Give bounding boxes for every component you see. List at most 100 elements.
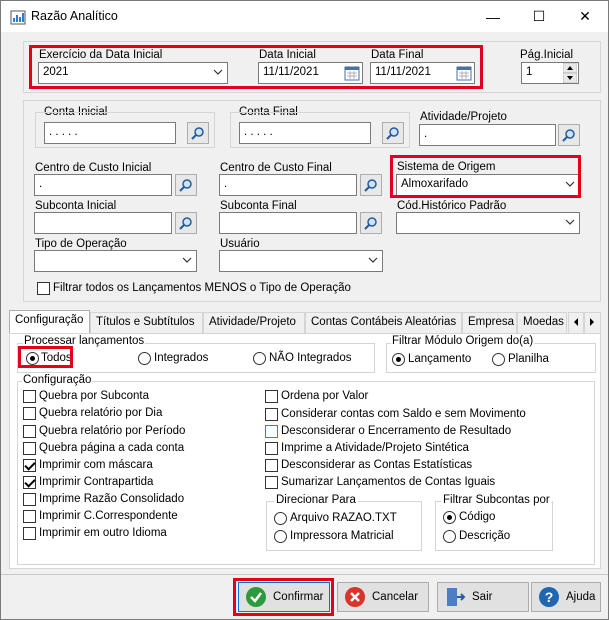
quebra-pagina-label: Quebra página a cada conta (39, 442, 185, 454)
tab-atividade-projeto[interactable]: Atividade/Projeto (203, 312, 305, 333)
tab-label: Empresa (468, 316, 515, 328)
minimize-button[interactable]: — (470, 1, 516, 32)
outro-idioma-label: Imprimir em outro Idioma (39, 527, 167, 539)
encerramento-resultado-label: Desconsiderar o Encerramento de Resultad… (281, 425, 512, 437)
centro-final-value: . (224, 178, 228, 190)
direcionar-impressora-radio[interactable] (274, 530, 287, 543)
highlight-sistema-origem (390, 155, 581, 198)
subconta-inicial-field[interactable] (34, 212, 172, 234)
direcionar-arquivo-label: Arquivo RAZAO.TXT (290, 512, 397, 524)
c-correspondente-checkbox[interactable] (23, 510, 36, 523)
pag-inicial-label: Pág.Inicial (520, 49, 574, 61)
subconta-final-field[interactable] (219, 212, 357, 234)
title-bar: Razão Analítico — ☐ ✕ (1, 1, 608, 32)
highlight-confirmar (233, 578, 334, 616)
filtrar-modulo-label: Filtrar Módulo Origem do(a) (391, 335, 535, 347)
atividade-search-button[interactable] (558, 124, 580, 146)
c-correspondente-label: Imprimir C.Correspondente (39, 510, 178, 522)
pag-inicial-spinner[interactable]: 1 (521, 62, 579, 84)
chevron-down-icon (565, 219, 575, 225)
contas-estatisticas-label: Desconsiderar as Contas Estatísticas (281, 459, 473, 471)
contas-estatisticas-checkbox[interactable] (265, 459, 278, 472)
sair-label: Sair (472, 591, 493, 603)
report-app-icon (10, 10, 26, 25)
razao-consolidado-checkbox[interactable] (23, 493, 36, 506)
tab-moedas[interactable]: Moedas (517, 312, 567, 333)
tab-scroll-right[interactable] (584, 312, 601, 333)
close-icon: ✕ (579, 8, 591, 24)
minimize-icon: — (486, 8, 500, 25)
tab-titulos-subtitulos[interactable]: Títulos e Subtítulos (90, 312, 203, 333)
ajuda-button[interactable]: ? Ajuda (531, 582, 601, 612)
centro-final-label: Centro de Custo Final (220, 162, 332, 174)
saldo-sem-movimento-checkbox[interactable] (265, 408, 278, 421)
maximize-button[interactable]: ☐ (516, 1, 562, 32)
direcionar-impressora-label: Impressora Matricial (290, 530, 394, 542)
direcionar-arquivo-radio[interactable] (274, 512, 287, 525)
sair-button[interactable]: Sair (437, 582, 529, 612)
highlight-todos (18, 346, 73, 368)
tab-scroll-left[interactable] (568, 312, 584, 333)
processar-integrados-radio[interactable] (138, 352, 151, 365)
cod-historico-select[interactable] (396, 212, 580, 234)
filtrar-subcontas-label: Filtrar Subcontas por (441, 494, 552, 506)
ordena-valor-checkbox[interactable] (265, 390, 278, 403)
quebra-pagina-checkbox[interactable] (23, 442, 36, 455)
conta-inicial-search-button[interactable] (187, 122, 209, 144)
cancelar-label: Cancelar (372, 591, 419, 603)
subcontas-codigo-radio[interactable] (443, 511, 456, 524)
tab-contas-aleatorias[interactable]: Contas Contábeis Aleatórias (305, 312, 462, 333)
usuario-select[interactable] (219, 250, 383, 272)
atividade-label: Atividade/Projeto (420, 111, 507, 123)
processar-nao-integrados-radio[interactable] (253, 352, 266, 365)
sumarizar-lancamentos-checkbox[interactable] (265, 476, 278, 489)
centro-inicial-field[interactable]: . (34, 174, 172, 196)
window-title: Razão Analítico (31, 9, 118, 23)
subcontas-descricao-label: Descrição (459, 530, 511, 542)
centro-final-field[interactable]: . (219, 174, 357, 196)
imprimir-contrapartida-checkbox[interactable] (23, 476, 36, 489)
imprimir-mascara-checkbox[interactable] (23, 459, 36, 472)
tab-empresa[interactable]: Empresa (462, 312, 517, 333)
chevron-left-icon (574, 318, 578, 326)
centro-final-search-button[interactable] (360, 174, 382, 196)
saldo-sem-movimento-label: Considerar contas com Saldo e sem Movime… (281, 408, 526, 420)
quebra-dia-checkbox[interactable] (23, 407, 36, 420)
modulo-planilha-radio[interactable] (492, 353, 505, 366)
quebra-periodo-checkbox[interactable] (23, 425, 36, 438)
conta-final-field[interactable]: . . . . . (239, 122, 371, 144)
direcionar-group (266, 501, 422, 551)
processar-integrados-label: Integrados (154, 352, 209, 364)
ordena-valor-label: Ordena por Valor (281, 390, 369, 402)
chevron-down-icon (182, 257, 192, 263)
close-button[interactable]: ✕ (562, 1, 608, 32)
atividade-sintetica-checkbox[interactable] (265, 442, 278, 455)
filtrar-todos-checkbox[interactable] (37, 282, 50, 295)
cancelar-button[interactable]: Cancelar (337, 582, 429, 612)
outro-idioma-checkbox[interactable] (23, 527, 36, 540)
conta-inicial-field[interactable]: . . . . . (44, 122, 176, 144)
search-icon (191, 127, 204, 140)
centro-inicial-search-button[interactable] (175, 174, 197, 196)
chevron-down-icon (368, 257, 378, 263)
subconta-inicial-label: Subconta Inicial (35, 200, 117, 212)
atividade-sintetica-label: Imprime a Atividade/Projeto Sintética (281, 442, 469, 454)
encerramento-resultado-checkbox[interactable] (265, 425, 278, 438)
atividade-field[interactable]: . (419, 124, 556, 146)
quebra-subconta-label: Quebra por Subconta (39, 390, 149, 402)
usuario-label: Usuário (220, 238, 260, 250)
subconta-inicial-search-button[interactable] (175, 212, 197, 234)
tab-label: Configuração (15, 314, 84, 326)
tab-configuracao[interactable]: Configuração (9, 310, 90, 334)
modulo-lancamento-radio[interactable] (392, 353, 405, 366)
subcontas-descricao-radio[interactable] (443, 530, 456, 543)
filtrar-todos-label: Filtrar todos os Lançamentos MENOS o Tip… (53, 282, 351, 294)
spinner-arrows-icon[interactable] (563, 63, 577, 83)
subconta-final-search-button[interactable] (360, 212, 382, 234)
razao-consolidado-label: Imprime Razão Consolidado (39, 493, 185, 505)
footer-separator (1, 574, 608, 575)
conta-final-search-button[interactable] (382, 122, 404, 144)
pag-inicial-value: 1 (526, 66, 533, 78)
tipo-operacao-select[interactable] (34, 250, 197, 272)
quebra-subconta-checkbox[interactable] (23, 390, 36, 403)
